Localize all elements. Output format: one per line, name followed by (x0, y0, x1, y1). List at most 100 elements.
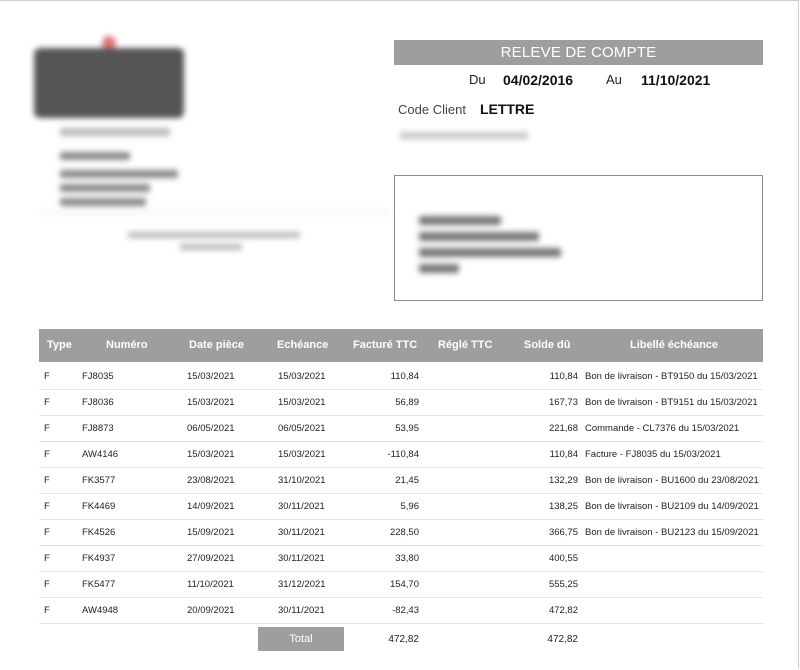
cell-doc-date: 27/09/2021 (187, 553, 235, 564)
column-header-type: Type (47, 339, 72, 351)
cell-type: F (44, 501, 50, 512)
cell-doc-date: 15/03/2021 (187, 371, 235, 382)
table-row: F AW4948 20/09/2021 30/11/2021 -82,43 472,82 (39, 598, 763, 624)
recipient-address-line (419, 248, 561, 257)
cell-invoiced: 21,45 (395, 475, 419, 486)
cell-balance: 110,84 (549, 449, 578, 460)
cell-balance: 400,55 (548, 553, 578, 564)
cell-due-date: 06/05/2021 (278, 423, 326, 434)
cell-balance: 366,75 (548, 527, 578, 538)
cell-label: Bon de livraison - BT9150 du 15/03/2021 (585, 371, 758, 382)
cell-number: FK4469 (82, 501, 116, 512)
table-row: F FK4469 14/09/2021 30/11/2021 5,96 138,25 Bon… (39, 494, 763, 520)
cell-number: FJ8873 (82, 423, 114, 434)
sender-address-line (60, 184, 150, 192)
recipient-address-line (419, 232, 539, 241)
cell-due-date: 30/11/2021 (278, 605, 325, 616)
cell-balance: 555,25 (548, 579, 578, 590)
cell-due-date: 30/11/2021 (278, 501, 325, 512)
cell-type: F (44, 423, 50, 434)
table-row: F FJ8873 06/05/2021 06/05/2021 53,95 221,68 Co… (39, 416, 763, 442)
cell-balance: 110,84 (549, 371, 578, 382)
cell-doc-date: 23/08/2021 (187, 475, 235, 486)
table-row: F FK4526 15/09/2021 30/11/2021 228,50 366,75 B… (39, 520, 763, 546)
table-row: F FK3577 23/08/2021 31/10/2021 21,45 132,29 Bo… (39, 468, 763, 494)
cell-number: FK3577 (82, 475, 116, 486)
cell-type: F (44, 371, 50, 382)
cell-invoiced: 53,95 (395, 423, 419, 434)
recipient-address-line (419, 264, 459, 273)
cell-balance: 138,25 (548, 501, 578, 512)
cell-label: Bon de livraison - BU2109 du 14/09/2021 (585, 501, 759, 512)
cell-invoiced: 5,96 (400, 501, 420, 512)
cell-invoiced: 56,89 (395, 397, 419, 408)
cell-due-date: 30/11/2021 (278, 527, 325, 538)
cell-type: F (44, 579, 50, 590)
cell-label: Bon de livraison - BU1600 du 23/08/2021 (585, 475, 759, 486)
cell-number: FJ8035 (82, 371, 114, 382)
cell-invoiced: -82,43 (392, 605, 419, 616)
cell-balance: 221,68 (548, 423, 578, 434)
total-label: Total (258, 627, 344, 651)
cell-due-date: 30/11/2021 (278, 553, 325, 564)
table-row: F AW4146 15/03/2021 15/03/2021 -110,84 110,84… (39, 442, 763, 468)
column-header-invoiced: Facturé TTC (353, 339, 418, 351)
sender-divider (40, 212, 390, 213)
cell-due-date: 31/12/2021 (278, 579, 326, 590)
logo-tagline (60, 128, 170, 136)
table-row: F FK4937 27/09/2021 30/11/2021 33,80 400,55 (39, 546, 763, 572)
period-from-date: 04/02/2016 (503, 72, 574, 88)
cell-type: F (44, 553, 50, 564)
cell-number: FJ8036 (82, 397, 114, 408)
cell-due-date: 31/10/2021 (278, 475, 326, 486)
cell-type: F (44, 475, 50, 486)
sender-address-line (60, 198, 146, 206)
table-row: F FJ8036 15/03/2021 15/03/2021 56,89 167,73 Bo… (39, 390, 763, 416)
cell-balance: 472,82 (548, 605, 578, 616)
cell-doc-date: 15/03/2021 (187, 449, 235, 460)
cell-label: Bon de livraison - BT9151 du 15/03/2021 (585, 397, 758, 408)
statement-title: RELEVE DE COMPTE (394, 40, 763, 65)
cell-label: Facture - FJ8035 du 15/03/2021 (585, 449, 721, 460)
cell-invoiced: -110,84 (387, 449, 419, 460)
column-header-number: Numéro (106, 339, 148, 351)
cell-doc-date: 15/03/2021 (187, 397, 235, 408)
cell-due-date: 15/03/2021 (278, 449, 326, 460)
cell-label: Commande - CL7376 du 15/03/2021 (585, 423, 740, 434)
total-balance: 472,82 (547, 634, 578, 645)
cell-doc-date: 20/09/2021 (187, 605, 235, 616)
table-row: F FK5477 11/10/2021 31/12/2021 154,70 555,25 (39, 572, 763, 598)
cell-type: F (44, 527, 50, 538)
column-header-paid: Réglé TTC (438, 339, 493, 351)
cell-invoiced: 154,70 (389, 579, 419, 590)
client-code-value: LETTRE (479, 101, 535, 117)
cell-type: F (44, 449, 50, 460)
cell-balance: 132,29 (548, 475, 578, 486)
cell-due-date: 15/03/2021 (278, 397, 326, 408)
total-invoiced: 472,82 (388, 634, 419, 645)
cell-number: AW4948 (82, 605, 119, 616)
cell-balance: 167,73 (548, 397, 578, 408)
cell-invoiced: 33,80 (395, 553, 419, 564)
recipient-address-box (394, 175, 763, 301)
period-to-date: 11/10/2021 (641, 72, 711, 88)
cell-invoiced: 110,84 (390, 371, 419, 382)
cell-number: FK4937 (82, 553, 116, 564)
cell-label: Bon de livraison - BU2123 du 15/09/2021 (585, 527, 759, 538)
column-header-due-date: Echéance (277, 339, 329, 351)
cell-invoiced: 228,50 (389, 527, 419, 538)
column-header-label: Libellé échéance (630, 339, 719, 351)
cell-doc-date: 06/05/2021 (187, 423, 235, 434)
cell-number: FK5477 (82, 579, 116, 590)
client-row: Code Client LETTRE (398, 101, 534, 117)
recipient-address-line (419, 216, 501, 225)
table-header: Type Numéro Date pièce Echéance Facturé … (39, 329, 763, 362)
sender-footer-line (180, 244, 242, 250)
cell-doc-date: 14/09/2021 (187, 501, 235, 512)
table-row: F FJ8035 15/03/2021 15/03/2021 110,84 110,84 B… (39, 364, 763, 390)
cell-doc-date: 11/10/2021 (187, 579, 234, 590)
period-from-label: Du (469, 72, 486, 87)
period-to-label: Au (606, 72, 622, 87)
cell-type: F (44, 397, 50, 408)
cell-number: FK4526 (82, 527, 116, 538)
